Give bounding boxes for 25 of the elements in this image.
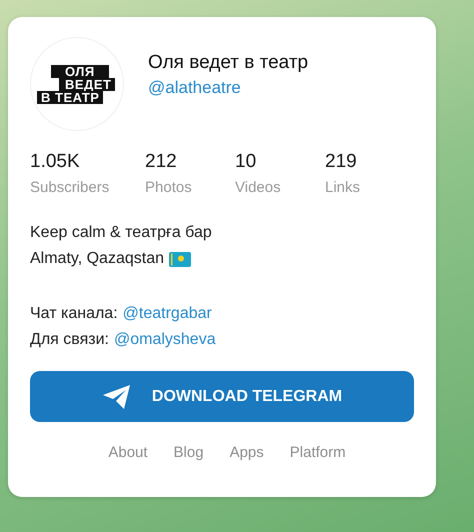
download-button[interactable]: DOWNLOAD TELEGRAM (30, 371, 414, 422)
footer-link[interactable]: Platform (290, 444, 346, 461)
channel-username-link[interactable]: @alatheatre (148, 78, 308, 98)
bio-text: Для связи: (30, 330, 109, 350)
stat-value: 10 (235, 151, 258, 173)
stat-label: Videos (235, 179, 282, 196)
bio-text: Чат канала: (30, 304, 118, 324)
channel-name: Оля ведет в театр (148, 52, 308, 74)
stat-label: Photos (145, 179, 193, 196)
footer-link[interactable]: Apps (230, 444, 264, 461)
bio-text: Almaty, Qazaqstan (30, 249, 164, 269)
footer-link[interactable]: Blog (174, 444, 204, 461)
logo-text: В ТЕАТР (37, 90, 104, 104)
stat-label: Links (325, 179, 360, 196)
logo-text: ВЕДЕТ (59, 78, 116, 90)
stat-value: 212 (145, 151, 178, 173)
paper-plane-icon (102, 384, 132, 410)
bio-link[interactable]: @teatrgabar (122, 301, 212, 327)
logo-text: ОЛЯ (51, 64, 109, 78)
stat-label: Subscribers (30, 179, 110, 196)
stat-value: 219 (325, 151, 358, 173)
bio-text: Keep calm & театрға бар (30, 223, 212, 243)
bio-link[interactable]: @omalysheva (114, 327, 216, 353)
footer-link[interactable]: About (108, 444, 148, 461)
stat-value: 1.05K (30, 151, 81, 173)
